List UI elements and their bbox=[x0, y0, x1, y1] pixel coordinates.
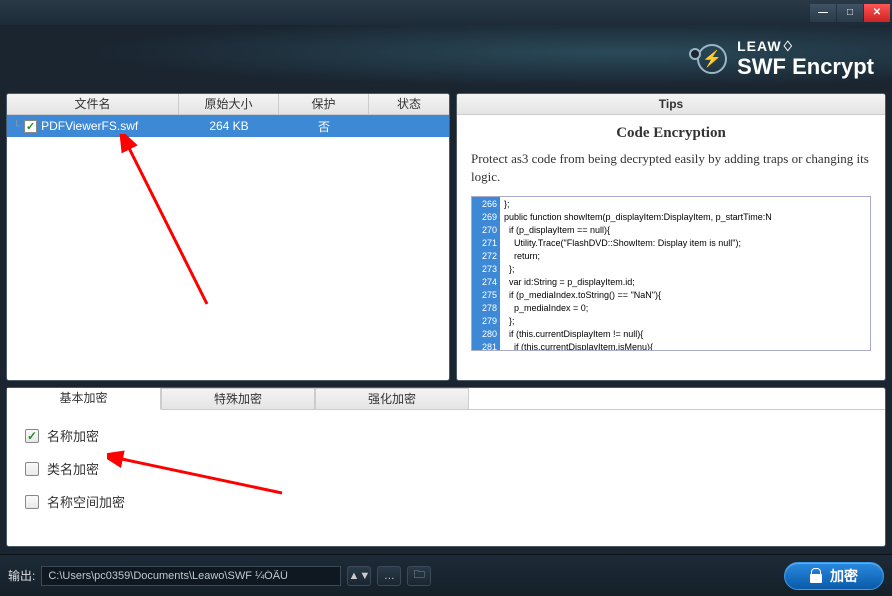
minimize-button[interactable]: — bbox=[810, 4, 836, 22]
tips-desc: Protect as3 code from being decrypted ea… bbox=[471, 150, 871, 186]
lock-icon bbox=[810, 569, 822, 583]
checkbox-class-encrypt[interactable] bbox=[25, 462, 39, 476]
tips-panel: Tips Code Encryption Protect as3 code fr… bbox=[456, 93, 886, 381]
file-protect: 否 bbox=[279, 118, 369, 135]
checkbox-name-encrypt[interactable] bbox=[25, 429, 39, 443]
option-name-encrypt[interactable]: 名称加密 bbox=[25, 426, 867, 445]
open-folder-button[interactable]: 🗀 bbox=[407, 566, 431, 586]
column-headers: 文件名 原始大小 保护 状态 bbox=[7, 94, 449, 115]
tips-header: Tips bbox=[457, 94, 885, 115]
stepper-button[interactable]: ▲▼ bbox=[347, 566, 371, 586]
output-label: 输出: bbox=[8, 567, 35, 584]
code-gutter: 266 269 270 271 272 273 274 275 278 279 … bbox=[472, 197, 500, 350]
tree-line-icon: └ bbox=[13, 121, 20, 132]
file-name: PDFViewerFS.swf bbox=[41, 119, 138, 133]
file-list-panel: 文件名 原始大小 保护 状态 └ PDFViewerFS.swf 264 KB … bbox=[6, 93, 450, 381]
code-text: }; public function showItem(p_displayIte… bbox=[500, 197, 776, 350]
close-button[interactable]: ✕ bbox=[864, 4, 890, 22]
tabs: 基本加密 特殊加密 强化加密 bbox=[7, 388, 885, 410]
output-path-input[interactable] bbox=[41, 566, 341, 586]
maximize-button[interactable]: □ bbox=[837, 4, 863, 22]
browse-button[interactable]: … bbox=[377, 566, 401, 586]
tips-title: Code Encryption bbox=[471, 125, 871, 142]
footer: 输出: ▲▼ … 🗀 加密 bbox=[0, 554, 892, 596]
encrypt-button[interactable]: 加密 bbox=[784, 562, 884, 590]
brand-line1: LEAW♢ bbox=[737, 39, 874, 54]
brand-header: ⚡ LEAW♢ SWF Encrypt bbox=[0, 25, 892, 93]
brand-icon: ⚡ bbox=[697, 44, 727, 74]
label-namespace-encrypt: 名称空间加密 bbox=[47, 492, 125, 511]
checkbox-namespace-encrypt[interactable] bbox=[25, 495, 39, 509]
col-origsize[interactable]: 原始大小 bbox=[179, 94, 279, 114]
encrypt-label: 加密 bbox=[830, 566, 858, 586]
tab-basic[interactable]: 基本加密 bbox=[7, 388, 161, 410]
brand-line2: SWF Encrypt bbox=[737, 55, 874, 79]
label-name-encrypt: 名称加密 bbox=[47, 426, 99, 445]
encryption-options-panel: 基本加密 特殊加密 强化加密 名称加密 类名加密 名称空间加密 bbox=[6, 387, 886, 547]
file-checkbox[interactable] bbox=[24, 120, 37, 133]
annotation-arrow-1 bbox=[117, 134, 217, 314]
code-preview: 266 269 270 271 272 273 274 275 278 279 … bbox=[471, 196, 871, 351]
folder-icon: 🗀 bbox=[414, 566, 425, 585]
tab-enhance[interactable]: 强化加密 bbox=[315, 388, 469, 410]
file-size: 264 KB bbox=[179, 119, 279, 133]
col-status[interactable]: 状态 bbox=[369, 94, 449, 114]
tab-special[interactable]: 特殊加密 bbox=[161, 388, 315, 410]
col-protect[interactable]: 保护 bbox=[279, 94, 369, 114]
col-filename[interactable]: 文件名 bbox=[7, 94, 179, 114]
option-class-encrypt[interactable]: 类名加密 bbox=[25, 459, 867, 478]
file-row[interactable]: └ PDFViewerFS.swf 264 KB 否 bbox=[7, 115, 449, 137]
titlebar: — □ ✕ bbox=[0, 0, 892, 25]
label-class-encrypt: 类名加密 bbox=[47, 459, 99, 478]
option-namespace-encrypt[interactable]: 名称空间加密 bbox=[25, 492, 867, 511]
